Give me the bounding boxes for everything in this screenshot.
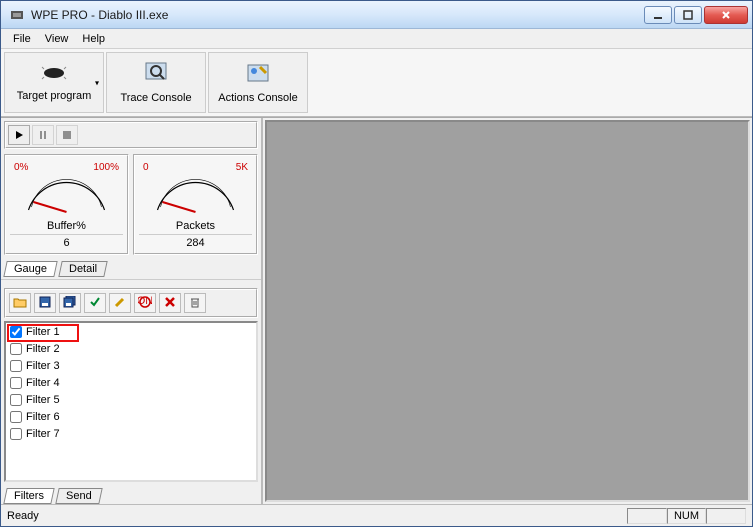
svg-text:ON: ON [138, 296, 152, 307]
buffer-gauge-low: 0% [14, 162, 28, 173]
edit-button[interactable] [109, 293, 131, 313]
window-controls [644, 6, 748, 24]
chip-icon [40, 63, 68, 86]
on-icon: ON [138, 296, 152, 311]
menu-help[interactable]: Help [76, 31, 111, 47]
trace-console-label: Trace Console [120, 92, 191, 104]
close-button[interactable] [704, 6, 748, 24]
floppy-stack-icon [63, 296, 77, 311]
pencil-note-icon [244, 61, 272, 88]
minimize-button[interactable] [644, 6, 672, 24]
status-num: NUM [667, 508, 706, 524]
target-program-label: Target program [17, 90, 92, 102]
packets-gauge-value: 284 [139, 234, 252, 249]
save-copy-button[interactable] [59, 293, 81, 313]
filter-checkbox[interactable] [10, 343, 22, 355]
gauges-panel: 0% 100% Buffer% 6 0 5K Packets 284 [4, 154, 258, 255]
buffer-gauge-value: 6 [10, 234, 123, 249]
filter-label: Filter 3 [26, 360, 60, 372]
filter-item[interactable]: Filter 4 [6, 374, 256, 391]
filter-checkbox[interactable] [10, 360, 22, 372]
packets-gauge-label: Packets [139, 220, 252, 232]
status-cell-1 [627, 508, 667, 524]
body: 0% 100% Buffer% 6 0 5K Packets 284 [1, 117, 752, 504]
packets-gauge-low: 0 [143, 162, 149, 173]
filter-item[interactable]: Filter 5 [6, 391, 256, 408]
filter-item[interactable]: Filter 2 [6, 340, 256, 357]
window-title: WPE PRO - Diablo III.exe [29, 8, 644, 22]
toggle-on-button[interactable]: ON [134, 293, 156, 313]
save-button[interactable] [34, 293, 56, 313]
filter-label: Filter 6 [26, 411, 60, 423]
stop-button[interactable] [56, 125, 78, 145]
filter-list[interactable]: Filter 1 Filter 2 Filter 3 Filter 4 Filter 5… [4, 321, 258, 482]
apply-button[interactable] [84, 293, 106, 313]
app-window: WPE PRO - Diablo III.exe File View Help … [0, 0, 753, 527]
filter-label: Filter 1 [26, 326, 60, 338]
delete-button[interactable] [159, 293, 181, 313]
buffer-gauge-high: 100% [93, 162, 119, 173]
content-area [265, 120, 750, 502]
main-toolbar: Target program ▾ Trace Console Actions C… [1, 49, 752, 117]
target-program-button[interactable]: Target program ▾ [4, 52, 104, 113]
filter-checkbox[interactable] [10, 326, 22, 338]
actions-console-button[interactable]: Actions Console [208, 52, 308, 113]
filter-checkbox[interactable] [10, 394, 22, 406]
clear-button[interactable] [184, 293, 206, 313]
filter-checkbox[interactable] [10, 411, 22, 423]
menu-file[interactable]: File [7, 31, 37, 47]
filter-item[interactable]: Filter 1 [6, 323, 256, 340]
packets-gauge: 0 5K Packets 284 [133, 154, 258, 255]
pause-button[interactable] [32, 125, 54, 145]
tab-detail[interactable]: Detail [58, 261, 108, 277]
x-icon [164, 296, 176, 311]
filter-label: Filter 7 [26, 428, 60, 440]
dropdown-arrow-icon: ▾ [95, 78, 99, 87]
filter-checkbox[interactable] [10, 377, 22, 389]
tab-send[interactable]: Send [55, 488, 102, 504]
floppy-icon [39, 296, 51, 311]
filter-label: Filter 5 [26, 394, 60, 406]
packets-gauge-high: 5K [236, 162, 248, 173]
status-cell-3 [706, 508, 746, 524]
filter-checkbox[interactable] [10, 428, 22, 440]
menu-bar: File View Help [1, 29, 752, 49]
status-bar: Ready NUM [1, 504, 752, 526]
filter-item[interactable]: Filter 3 [6, 357, 256, 374]
filter-item[interactable]: Filter 7 [6, 425, 256, 442]
filter-label: Filter 4 [26, 377, 60, 389]
filter-item[interactable]: Filter 6 [6, 408, 256, 425]
actions-console-label: Actions Console [218, 92, 298, 104]
playback-controls [4, 121, 258, 149]
status-ready: Ready [7, 510, 39, 522]
gauge-tabs: Gauge Detail [1, 257, 261, 277]
buffer-gauge-label: Buffer% [10, 220, 123, 232]
trash-icon [189, 296, 201, 311]
filter-toolbar: ON [4, 288, 258, 318]
left-pane: 0% 100% Buffer% 6 0 5K Packets 284 [1, 118, 263, 504]
menu-view[interactable]: View [39, 31, 75, 47]
trace-console-button[interactable]: Trace Console [106, 52, 206, 113]
maximize-button[interactable] [674, 6, 702, 24]
tab-gauge[interactable]: Gauge [3, 261, 57, 277]
title-bar: WPE PRO - Diablo III.exe [1, 1, 752, 29]
folder-open-icon [13, 296, 27, 311]
app-icon [9, 7, 25, 23]
filter-tabs: Filters Send [1, 484, 261, 504]
splitter[interactable] [1, 279, 261, 285]
buffer-gauge: 0% 100% Buffer% 6 [4, 154, 129, 255]
play-button[interactable] [8, 125, 30, 145]
tab-filters[interactable]: Filters [3, 488, 54, 504]
pencil-icon [114, 296, 126, 311]
magnifier-icon [142, 61, 170, 88]
check-icon [89, 296, 101, 311]
filter-label: Filter 2 [26, 343, 60, 355]
open-folder-button[interactable] [9, 293, 31, 313]
